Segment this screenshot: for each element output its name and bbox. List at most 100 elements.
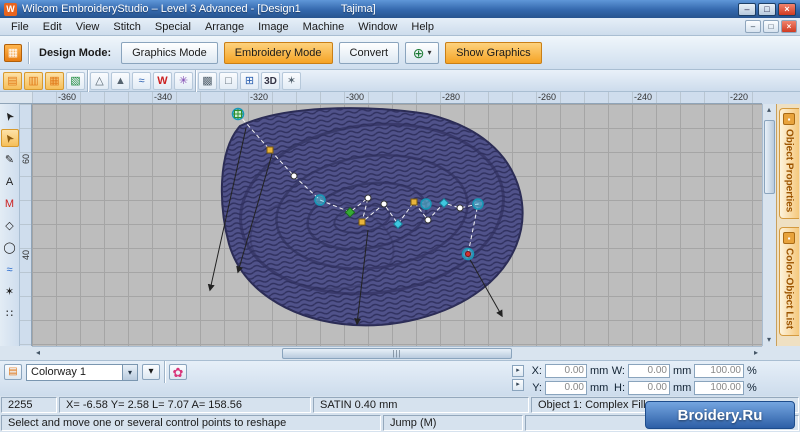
closed-shape-tool-icon[interactable]: ◇ [1,217,19,235]
menu-image[interactable]: Image [251,19,296,35]
mdi-close-button[interactable]: × [781,20,797,33]
colorway-select[interactable]: Colorway 1 ▾ [26,363,138,381]
stitch-count: 2255 [1,397,57,413]
scroll-down-icon[interactable]: ▾ [763,334,775,346]
menu-edit[interactable]: Edit [36,19,69,35]
chevron-down-icon: ▾ [427,48,432,57]
x-input[interactable] [545,363,587,378]
maximize-button[interactable]: □ [758,2,776,16]
menu-help[interactable]: Help [404,19,441,35]
lettering-tool-icon[interactable]: A [1,173,19,191]
design-canvas[interactable] [32,104,762,346]
separator [28,41,29,64]
ellipse-tool-icon[interactable]: ◯ [1,239,19,257]
h-label: H: [614,381,625,394]
graphics-mode-button[interactable]: Graphics Mode [121,41,218,64]
separator [87,69,88,92]
reshape-tool-icon[interactable]: ➤ [0,129,19,147]
colorway-options-button[interactable]: ▾ [142,364,160,380]
scale-x-input[interactable] [694,363,744,378]
show-graphics-button[interactable]: Show Graphics [445,41,542,64]
thread-colors-icon[interactable]: ▤ [4,364,22,380]
motif-fill-icon[interactable]: ▧ [66,71,85,90]
menu-machine[interactable]: Machine [296,19,352,35]
color-wheel-icon[interactable]: ✿ [169,364,187,380]
ref-scale-button[interactable]: ▸ [512,379,524,391]
convert-label: Convert [349,46,389,59]
graphics-mode-label: Graphics Mode [132,46,207,59]
vertical-scrollbar[interactable]: ▴ ▾ [762,104,776,346]
tab-color-object-list[interactable]: ▪ Color-Object List [778,227,799,337]
run-stitch-icon[interactable]: ≈ [132,71,151,90]
cursor-coordinates: X= -6.58 Y= 2.58 L= 7.07 A= 158.56 [59,397,311,413]
colorway-value: Colorway 1 [31,366,87,378]
menu-stitch[interactable]: Stitch [106,19,148,35]
color-list-icon: ▪ [783,232,795,245]
3d-label: 3D [264,75,277,87]
close-button[interactable]: × [778,2,796,16]
current-mode: Jump (M) [383,415,523,431]
complex-fill-icon[interactable]: ▩ [198,71,217,90]
grid-toggle-icon[interactable]: ⊞ [240,71,259,90]
hoop-globe-button[interactable]: ⊕ ▾ [405,41,440,64]
scroll-up-icon[interactable]: ▴ [763,104,775,116]
ruler-label: -240 [634,92,653,102]
minimize-button[interactable]: – [738,2,756,16]
3d-view-button[interactable]: 3D [261,71,280,90]
pencil-tool-icon[interactable]: ✎ [1,151,19,169]
ruler-corner [0,92,32,104]
w-unit: mm [673,364,692,377]
w-input[interactable] [628,363,670,378]
tab-object-properties[interactable]: ▪ Object Properties [778,108,799,220]
embroidery-mode-button[interactable]: Embroidery Mode [223,41,333,64]
scroll-right-icon[interactable]: ▸ [750,347,762,359]
y-input[interactable] [545,380,587,395]
scale-y-input[interactable] [694,380,744,395]
convert-button[interactable]: Convert [338,41,400,64]
stitch-toolbar: ▤ ▥ ▦ ▧ △ ▲ ≈ W ✳ ▩ □ ⊞ 3D ✶ [0,69,800,92]
scale-x-unit: % [747,364,757,377]
star-tool-icon[interactable]: ✶ [282,71,301,90]
tool-palette: ➤ ➤ ✎ A M ◇ ◯ ≈ ✶ ∷ [0,104,20,346]
stitch-points-tool-icon[interactable]: ∷ [1,305,19,323]
h-input[interactable] [628,380,670,395]
star-fill-tool-icon[interactable]: ✶ [1,283,19,301]
run-tool-icon[interactable]: ≈ [1,261,19,279]
ruler-label: 40 [21,250,31,261]
star-burst-icon[interactable]: ✳ [174,71,193,90]
ruler-label: -220 [730,92,749,102]
docked-panel-tabs: ▪ Object Properties ▪ Color-Object List [776,104,800,346]
menu-file[interactable]: File [4,19,36,35]
window-title: Wilcom EmbroideryStudio – Level 3 Advanc… [22,3,301,15]
app-logo-icon: W [4,2,17,16]
embroidery-object[interactable] [220,107,524,327]
column-b-icon[interactable]: ▲ [111,71,130,90]
mdi-minimize-button[interactable]: – [745,20,761,33]
scroll-left-icon[interactable]: ◂ [32,347,44,359]
embroidery-mode-label: Embroidery Mode [234,46,322,59]
scroll-corner [762,346,800,360]
scroll-corner [0,346,32,360]
zigzag-stitch-icon[interactable]: ▤ [3,71,22,90]
vertical-scroll-thumb[interactable] [764,120,775,194]
tatami-stitch-icon[interactable]: ▦ [45,71,64,90]
menu-special[interactable]: Special [148,19,198,35]
outline-icon[interactable]: □ [219,71,238,90]
column-a-icon[interactable]: △ [90,71,109,90]
chevron-down-icon[interactable]: ▾ [122,364,137,380]
reshape-arrow-glyph: ➤ [1,130,18,146]
horizontal-scrollbar[interactable]: ◂ ||| ▸ [32,346,762,360]
select-tool-icon[interactable]: ➤ [1,107,19,125]
separator [195,69,196,92]
mdi-restore-button[interactable]: □ [763,20,779,33]
satin-stitch-icon[interactable]: ▥ [24,71,43,90]
menu-window[interactable]: Window [351,19,404,35]
stitch-mode-icon[interactable]: ▦ [4,43,22,62]
monogram-tool-icon[interactable]: M [1,195,19,213]
ref-point-button[interactable]: ▸ [512,365,524,377]
menu-arrange[interactable]: Arrange [198,19,251,35]
property-bar: ▤ Colorway 1 ▾ ▾ ✿ ▸ ▸ X: mm W: mm % [0,360,800,396]
horizontal-scroll-thumb[interactable]: ||| [282,348,512,359]
menu-view[interactable]: View [69,19,107,35]
motif-run-icon[interactable]: W [153,71,172,90]
